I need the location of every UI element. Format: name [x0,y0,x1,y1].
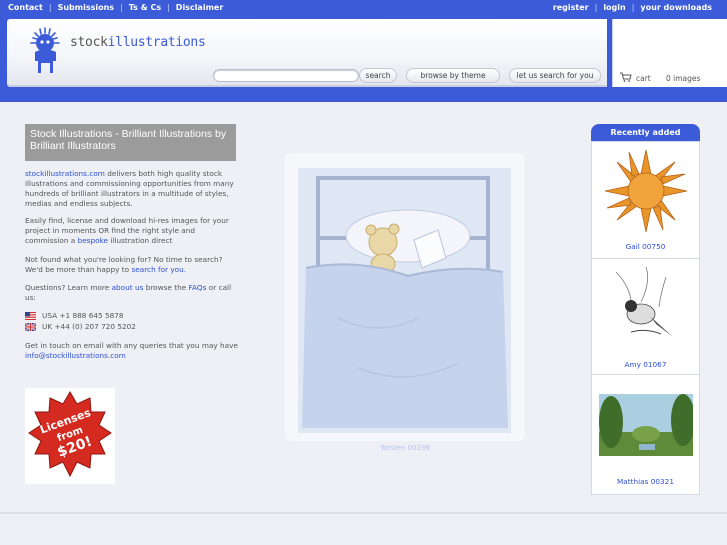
nav-submissions-link[interactable]: Submissions [58,3,114,12]
lion-logo-icon[interactable] [25,25,65,77]
license-badge[interactable]: Licenses from $20! [25,388,115,484]
email-text: Get in touch on email with any queries t… [25,341,238,350]
email-link[interactable]: info@stockillustrations.com [25,351,126,360]
cart-label[interactable]: cart [636,74,651,83]
nav-separator: | [120,3,123,12]
recent-divider [591,374,700,375]
nav-terms-link[interactable]: Ts & Cs [129,3,161,12]
faqs-link[interactable]: FAQs [189,283,207,292]
recent-divider [591,258,700,259]
nav-separator: | [631,3,635,12]
logo-prefix: stock [70,35,108,50]
nav-separator: | [594,3,598,12]
search-help-text: Not found what you're looking for? No ti… [25,255,223,274]
register-link[interactable]: register [553,3,589,12]
questions-text-mid: browse the [143,283,189,292]
footer-divider [0,512,727,514]
nav-disclaimer-link[interactable]: Disclaimer [176,3,223,12]
intro-paragraph: stockillustrations.com delivers both hig… [25,169,240,209]
phone-uk-text: UK +44 (0) 207 720 5202 [42,322,136,331]
us-flag-icon [25,311,36,320]
phone-uk: UK +44 (0) 207 720 5202 [25,322,136,331]
landscape-thumbnail[interactable] [599,394,693,456]
recent-caption[interactable]: Gail 00750 [591,242,700,251]
featured-caption[interactable]: Torsten 00239 [285,444,525,452]
sun-thumbnail[interactable] [599,144,693,238]
featured-illustration[interactable] [298,168,511,433]
search-for-you-link[interactable]: search for you. [131,265,186,274]
page-title: Stock Illustrations - Brilliant Illustra… [25,124,236,161]
about-us-link[interactable]: about us [112,283,144,292]
nav-contact-link[interactable]: Contact [8,3,43,12]
search-button[interactable]: search [359,68,397,83]
user-nav: register | login | your downloads [553,3,712,12]
license-starburst-badge: Licenses from $20! [28,391,112,478]
let-us-search-button[interactable]: let us search for you [509,68,601,83]
cart-icon[interactable] [620,72,632,82]
recently-added-heading: Recently added [591,124,700,141]
nav-separator: | [48,3,52,12]
search-help-paragraph: Not found what you're looking for? No ti… [25,255,240,275]
browse-by-theme-button[interactable]: browse by theme [406,68,500,83]
phone-us-text: USA +1 888 645 5878 [42,311,124,320]
recent-caption[interactable]: Matthias 00321 [591,477,700,486]
main-nav: Contact | Submissions | Ts & Cs | Discla… [8,3,223,12]
questions-paragraph: Questions? Learn more about us browse th… [25,283,240,303]
cart-count: 0 images [666,74,701,83]
recent-caption[interactable]: Amy 01067 [591,360,700,369]
login-link[interactable]: login [603,3,625,12]
license-paragraph: Easily find, license and download hi-res… [25,216,240,246]
site-link[interactable]: stockillustrations.com [25,169,105,178]
license-text-end: illustration direct [108,236,173,245]
bird-thumbnail[interactable] [611,262,681,355]
uk-flag-icon [25,322,36,331]
phone-us: USA +1 888 645 5878 [25,311,124,320]
email-paragraph: Get in touch on email with any queries t… [25,341,240,361]
bespoke-link[interactable]: bespoke [78,236,108,245]
nav-separator: | [167,3,170,12]
your-downloads-link[interactable]: your downloads [640,3,712,12]
site-logo-text[interactable]: stockillustrations [70,35,206,50]
search-input[interactable] [213,69,359,82]
questions-text: Questions? Learn more [25,283,112,292]
logo-suffix: illustrations [107,35,206,50]
